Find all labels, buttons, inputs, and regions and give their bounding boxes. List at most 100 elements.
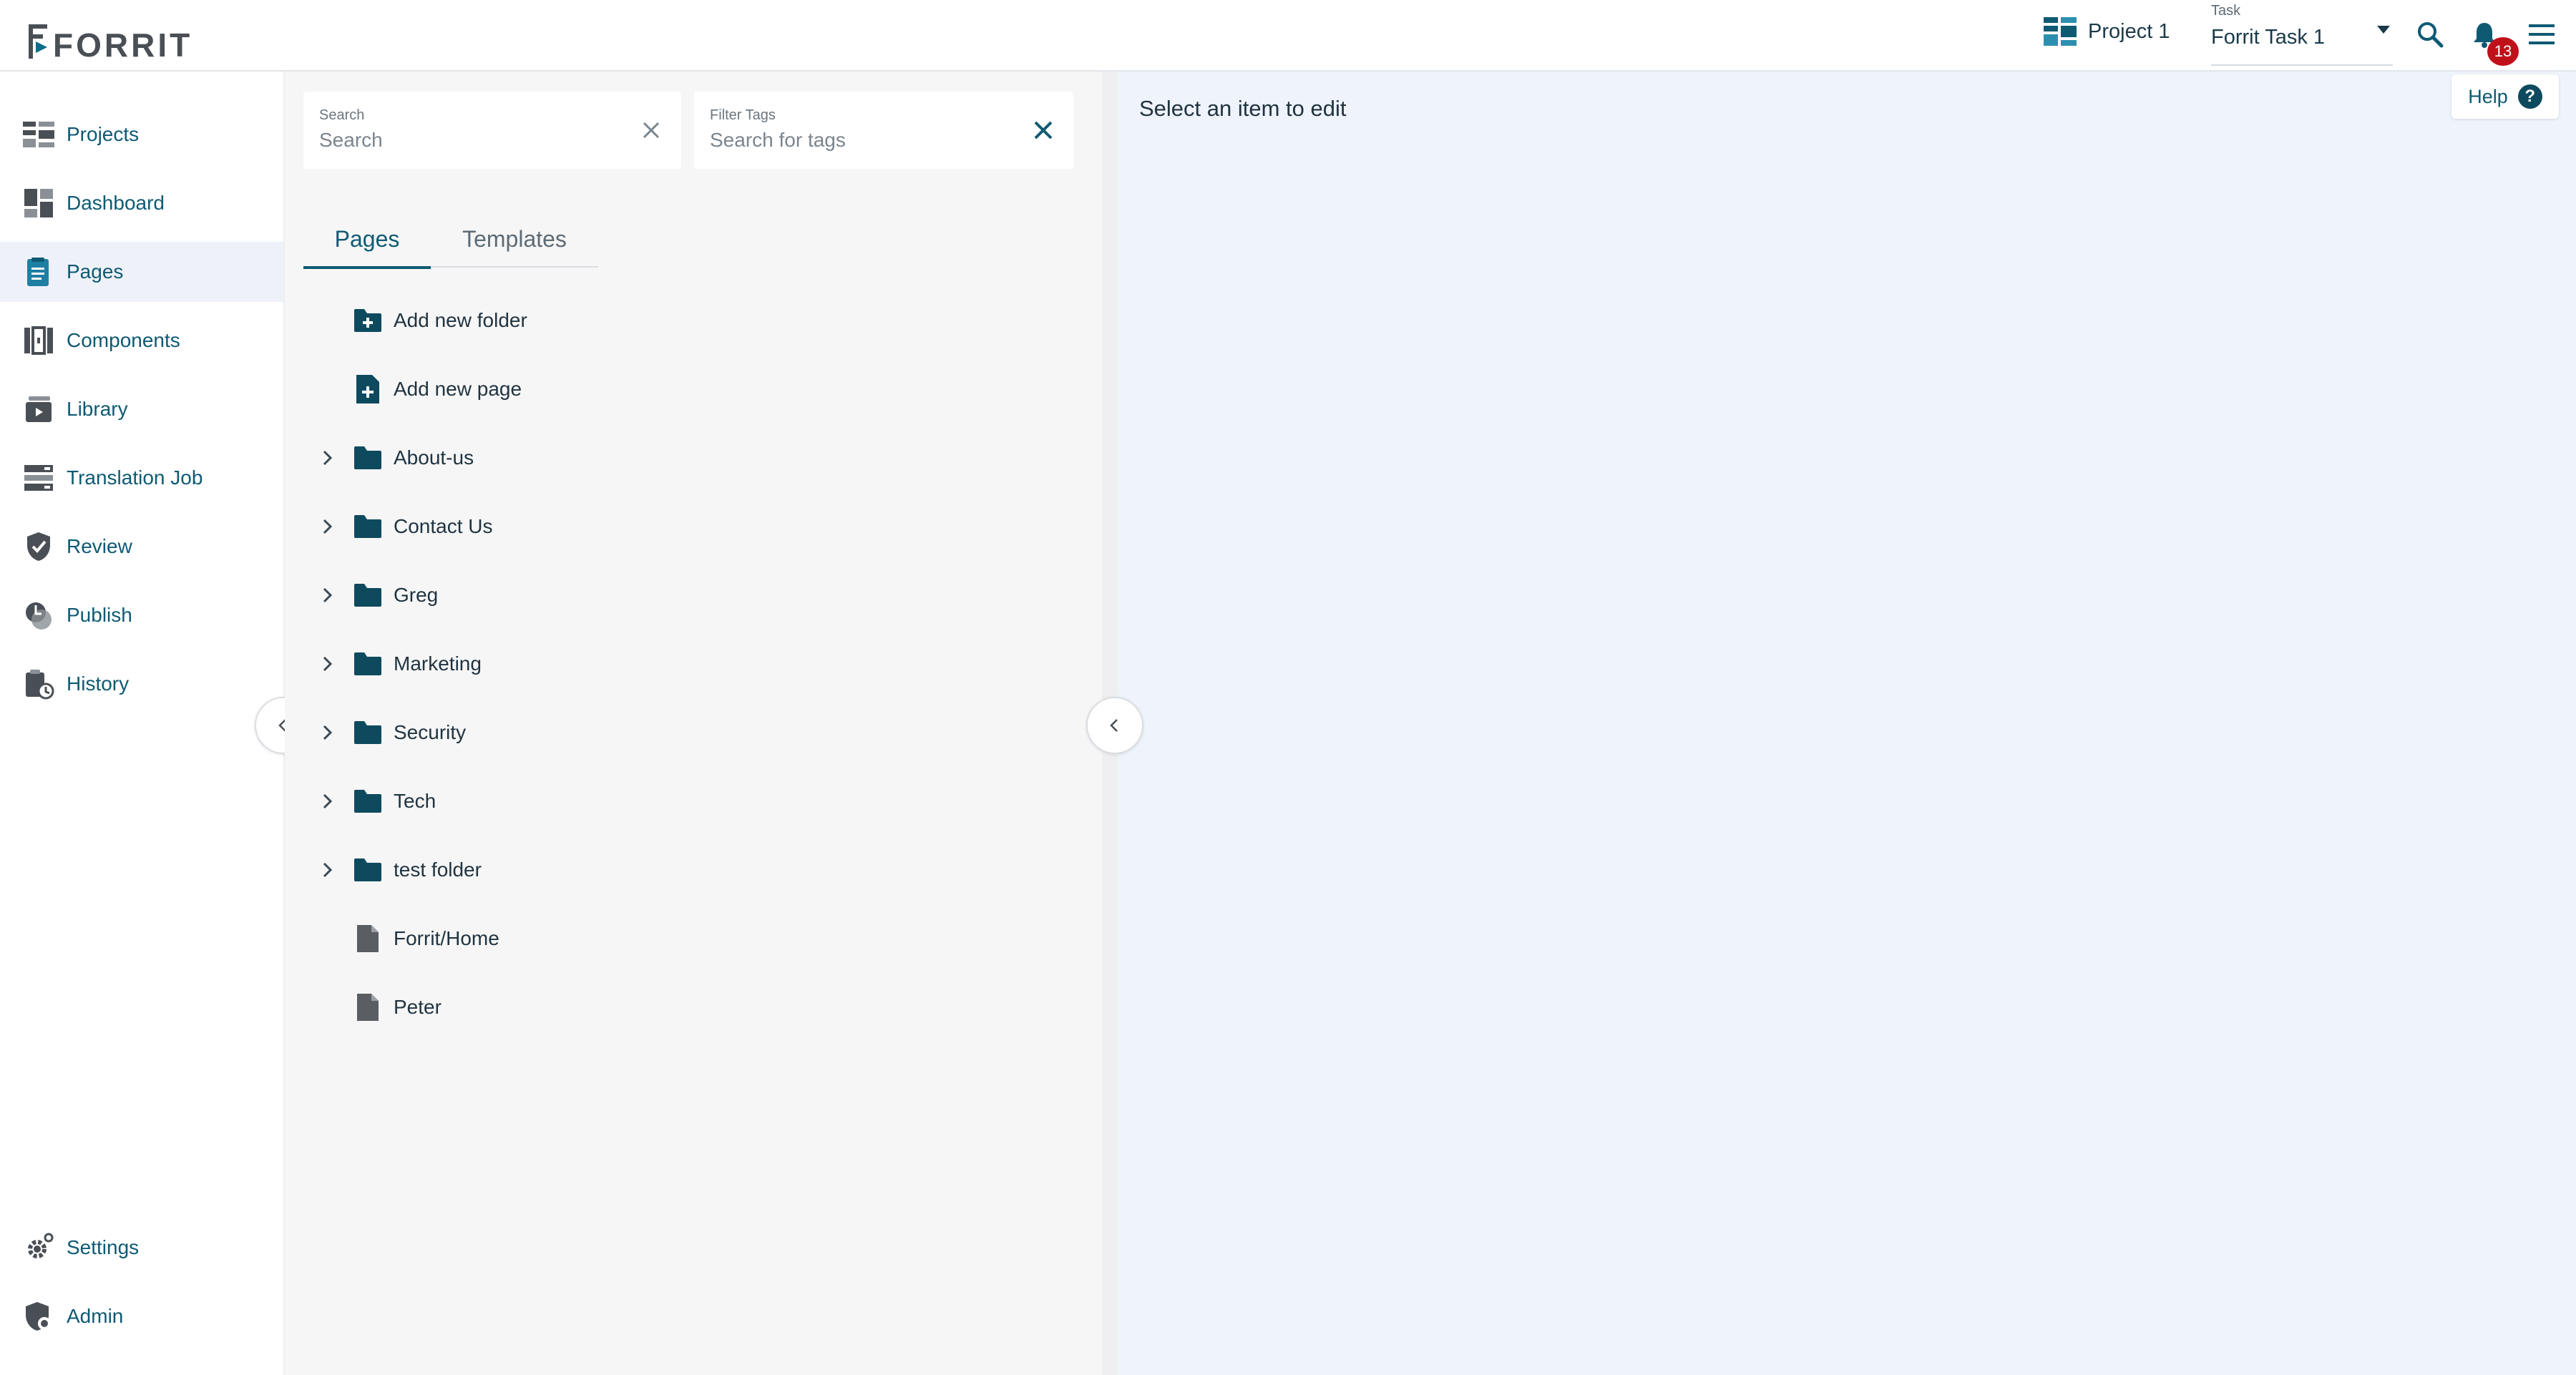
sidebar-item-label: Settings — [67, 1236, 140, 1258]
sidebar-item-pages[interactable]: Pages — [0, 242, 283, 302]
tab-pages[interactable]: Pages — [303, 212, 431, 269]
task-value: Forrit Task 1 — [2211, 26, 2326, 49]
folder-label: About-us — [394, 446, 474, 469]
close-icon — [1034, 121, 1053, 140]
task-caption: Task — [2211, 3, 2241, 19]
tree-folder-row[interactable]: Security — [313, 703, 886, 763]
sidebar-item-label: Admin — [67, 1305, 124, 1327]
search-icon — [2418, 22, 2444, 48]
sidebar: Projects Dashboard Pages Components Libr… — [0, 72, 285, 1375]
add-folder-icon — [351, 303, 385, 338]
tree-page-row[interactable]: Peter — [313, 977, 886, 1037]
folder-icon — [351, 784, 385, 818]
search-input[interactable]: Search Search — [303, 92, 681, 169]
sidebar-item-label: History — [67, 672, 130, 695]
close-icon — [643, 122, 660, 139]
help-button[interactable]: Help ? — [2451, 74, 2559, 119]
filter-tags-placeholder: Search for tags — [710, 129, 846, 151]
tree-page-row[interactable]: Forrit/Home — [313, 909, 886, 969]
sidebar-item-label: Components — [67, 329, 180, 351]
sidebar-item-label: Review — [67, 535, 132, 557]
sidebar-item-settings[interactable]: Settings — [0, 1218, 283, 1278]
search-caption: Search — [319, 107, 365, 123]
sidebar-item-history[interactable]: History — [0, 654, 283, 714]
project-grid-icon — [2044, 17, 2077, 46]
filter-tags-input[interactable]: Filter Tags Search for tags — [694, 92, 1073, 169]
action-label: Add new folder — [394, 309, 527, 331]
tab-templates[interactable]: Templates — [431, 212, 598, 268]
page-tree-panel: Search Search Filter Tags Search for tag… — [285, 72, 1118, 1375]
sidebar-item-publish[interactable]: Publish — [0, 585, 283, 645]
task-select[interactable]: Task Forrit Task 1 — [2211, 3, 2393, 66]
sidebar-item-dashboard[interactable]: Dashboard — [0, 173, 283, 233]
page-file-icon — [351, 921, 385, 956]
sidebar-item-review[interactable]: Review — [0, 517, 283, 577]
tree-folder-row[interactable]: Contact Us — [313, 496, 886, 557]
library-icon — [23, 393, 54, 425]
chevron-right-icon[interactable] — [313, 581, 342, 610]
clear-search-button[interactable] — [638, 117, 664, 143]
search-placeholder: Search — [319, 129, 383, 151]
sidebar-item-translation-job[interactable]: Translation Job — [0, 448, 283, 508]
chevron-right-icon[interactable] — [313, 718, 342, 747]
tree-folder-row[interactable]: Marketing — [313, 634, 886, 694]
sidebar-item-library[interactable]: Library — [0, 379, 283, 439]
clear-tags-button[interactable] — [1030, 117, 1056, 143]
folder-label: test folder — [394, 858, 482, 881]
logo-text: FORRIT — [53, 26, 193, 64]
sidebar-item-label: Projects — [67, 123, 140, 145]
chevron-right-icon[interactable] — [313, 787, 342, 816]
help-question-icon: ? — [2517, 84, 2542, 109]
sidebar-item-label: Pages — [67, 260, 124, 283]
translation-job-icon — [23, 462, 54, 494]
folder-label: Greg — [394, 584, 439, 606]
tree-folder-row[interactable]: Tech — [313, 771, 886, 831]
chevron-left-icon — [1110, 719, 1118, 732]
folder-icon — [351, 715, 385, 750]
tree-folder-row[interactable]: test folder — [313, 840, 886, 900]
folder-label: Contact Us — [394, 515, 493, 537]
publish-icon — [23, 600, 54, 631]
chevron-right-icon[interactable] — [313, 650, 342, 678]
action-label: Add new page — [394, 378, 522, 400]
sidebar-item-label: Publish — [67, 604, 132, 626]
review-icon — [23, 531, 54, 562]
forrit-logo[interactable]: FORRIT — [26, 9, 192, 62]
history-icon — [23, 668, 54, 700]
chevron-right-icon[interactable] — [313, 444, 342, 472]
page-label: Peter — [394, 996, 441, 1018]
sidebar-item-projects[interactable]: Projects — [0, 104, 283, 165]
search-button[interactable] — [2414, 19, 2446, 50]
hamburger-menu-icon — [2529, 24, 2555, 44]
add-page-icon — [351, 372, 385, 406]
sidebar-item-admin[interactable]: Admin — [0, 1286, 283, 1346]
add-new-page-action[interactable]: Add new page — [313, 359, 886, 419]
admin-shield-icon — [23, 1301, 54, 1332]
chevron-down-icon — [2377, 26, 2390, 34]
folder-icon — [351, 441, 385, 475]
page-label: Forrit/Home — [394, 927, 499, 949]
pages-icon — [23, 256, 54, 288]
project-selector[interactable]: Project 1 — [2044, 17, 2170, 46]
components-icon — [23, 325, 54, 356]
top-bar: FORRIT Project 1 Task Forrit Task 1 13 — [0, 0, 2576, 72]
sidebar-item-label: Dashboard — [67, 192, 165, 214]
folder-label: Security — [394, 721, 467, 743]
dashboard-icon — [23, 187, 54, 219]
folder-label: Marketing — [394, 652, 482, 675]
filter-tags-caption: Filter Tags — [710, 107, 776, 123]
tree-folder-row[interactable]: Greg — [313, 565, 886, 625]
sidebar-item-components[interactable]: Components — [0, 310, 283, 371]
chevron-right-icon[interactable] — [313, 512, 342, 541]
tree-folder-row[interactable]: About-us — [313, 428, 886, 488]
chevron-right-icon[interactable] — [313, 856, 342, 884]
help-label: Help — [2468, 85, 2508, 107]
collapse-tree-panel-button[interactable] — [1086, 697, 1143, 754]
folder-icon — [351, 509, 385, 544]
main-menu-button[interactable] — [2526, 19, 2557, 50]
folder-label: Tech — [394, 790, 436, 812]
folder-icon — [351, 578, 385, 612]
sidebar-item-label: Library — [67, 398, 128, 420]
add-new-folder-action[interactable]: Add new folder — [313, 290, 886, 351]
folder-icon — [351, 647, 385, 681]
